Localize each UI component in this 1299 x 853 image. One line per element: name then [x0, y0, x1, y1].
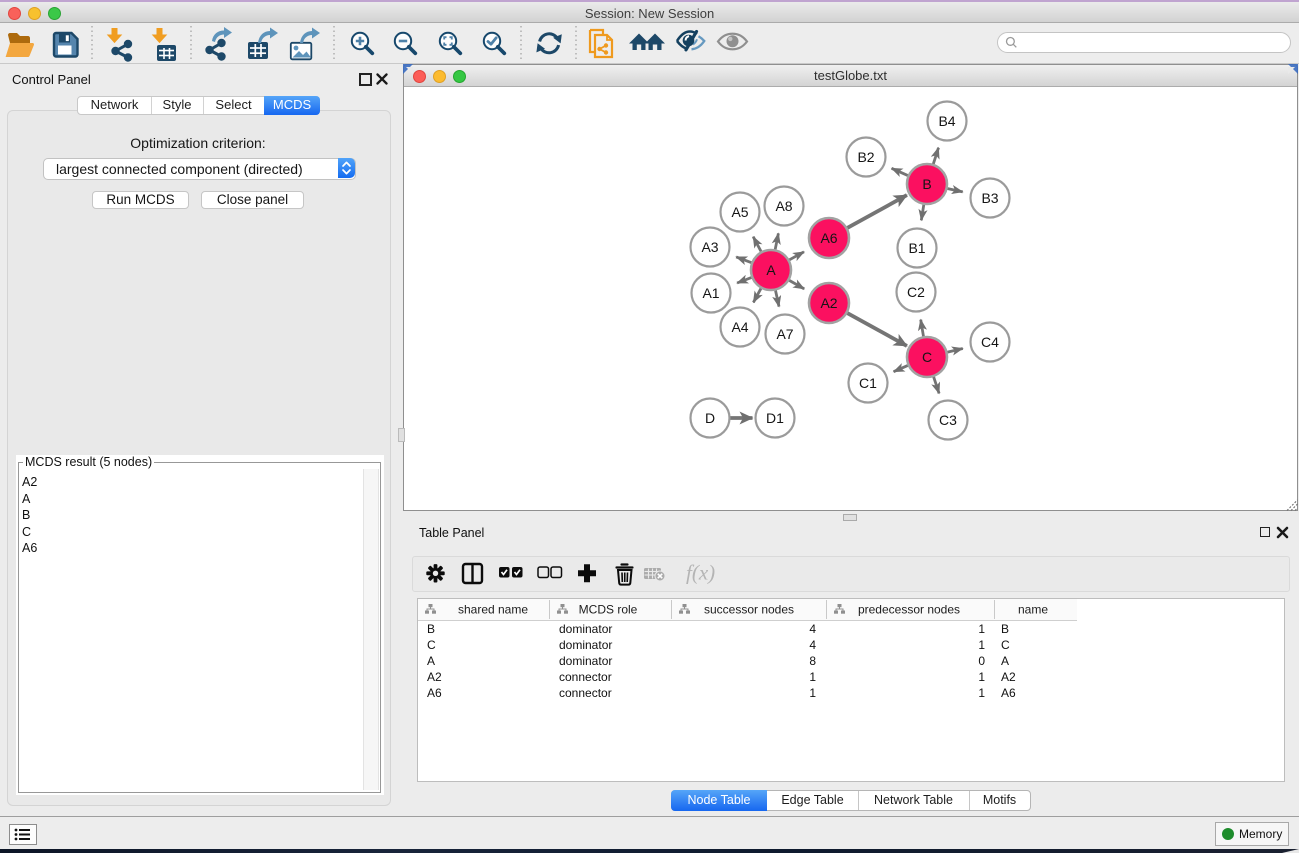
svg-text:1: 1	[978, 622, 985, 636]
svg-text:1: 1	[978, 638, 985, 652]
svg-text:A7: A7	[776, 326, 793, 342]
svg-text:B3: B3	[981, 190, 998, 206]
svg-text:A2: A2	[820, 295, 837, 311]
svg-text:A: A	[1001, 654, 1009, 668]
svg-text:1: 1	[809, 686, 816, 700]
svg-text:A5: A5	[731, 204, 748, 220]
svg-text:B: B	[427, 622, 435, 636]
svg-text:A8: A8	[775, 198, 792, 214]
svg-text:B: B	[1001, 622, 1009, 636]
svg-text:D1: D1	[766, 410, 784, 426]
svg-text:A3: A3	[701, 239, 718, 255]
svg-text:8: 8	[809, 654, 816, 668]
svg-text:0: 0	[978, 654, 985, 668]
svg-text:B4: B4	[938, 113, 955, 129]
svg-text:A2: A2	[1001, 670, 1016, 684]
svg-text:B: B	[922, 176, 931, 192]
svg-text:A2: A2	[427, 670, 442, 684]
svg-text:C2: C2	[907, 284, 925, 300]
svg-text:D: D	[705, 410, 715, 426]
svg-text:connector: connector	[559, 686, 612, 700]
svg-text:A6: A6	[820, 230, 837, 246]
svg-text:name: name	[1018, 603, 1048, 617]
svg-text:A: A	[766, 262, 776, 278]
svg-text:dominator: dominator	[559, 638, 612, 652]
svg-text:C: C	[922, 349, 932, 365]
svg-text:C4: C4	[981, 334, 999, 350]
svg-text:C: C	[1001, 638, 1010, 652]
svg-text:B2: B2	[857, 149, 874, 165]
svg-text:MCDS role: MCDS role	[579, 603, 638, 617]
svg-text:A6: A6	[1001, 686, 1016, 700]
svg-text:C3: C3	[939, 412, 957, 428]
svg-text:connector: connector	[559, 670, 612, 684]
svg-text:A1: A1	[702, 285, 719, 301]
svg-text:shared name: shared name	[458, 603, 528, 617]
svg-text:A6: A6	[427, 686, 442, 700]
svg-text:1: 1	[978, 686, 985, 700]
svg-text:predecessor nodes: predecessor nodes	[858, 603, 960, 617]
svg-text:4: 4	[809, 638, 816, 652]
svg-text:1: 1	[978, 670, 985, 684]
svg-text:C: C	[427, 638, 436, 652]
svg-text:dominator: dominator	[559, 654, 612, 668]
svg-text:successor nodes: successor nodes	[704, 603, 794, 617]
svg-text:4: 4	[809, 622, 816, 636]
svg-text:1: 1	[809, 670, 816, 684]
svg-text:A4: A4	[731, 319, 748, 335]
svg-text:A: A	[427, 654, 435, 668]
svg-text:dominator: dominator	[559, 622, 612, 636]
svg-text:C1: C1	[859, 375, 877, 391]
svg-text:B1: B1	[908, 240, 925, 256]
svg-text:f(x): f(x)	[686, 561, 715, 585]
